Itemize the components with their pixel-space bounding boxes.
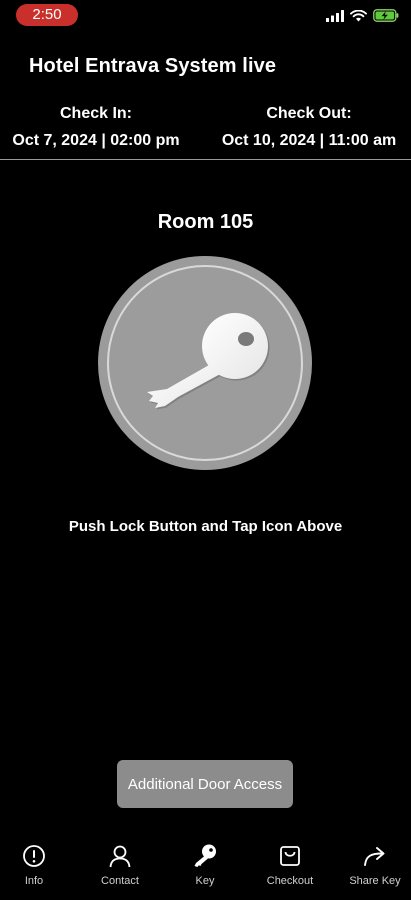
battery-charging-icon xyxy=(373,9,399,22)
check-out-label: Check Out: xyxy=(266,105,352,122)
wifi-icon xyxy=(350,9,367,22)
key-icon xyxy=(192,843,218,869)
tab-contact-label: Contact xyxy=(101,875,139,887)
hotel-title: Hotel Entrava System live xyxy=(29,55,277,77)
unlock-key-button[interactable] xyxy=(98,256,312,470)
check-in-value: Oct 7, 2024 | 02:00 pm xyxy=(12,132,180,149)
person-icon xyxy=(107,843,133,869)
tab-share-key-label: Share Key xyxy=(349,875,401,887)
instruction-text: Push Lock Button and Tap Icon Above xyxy=(68,518,343,535)
header-divider xyxy=(0,159,411,160)
bottom-tab-bar: Info Contact Key Checkout Share Key xyxy=(0,836,411,900)
status-bar: 2:50 xyxy=(0,0,411,32)
share-arrow-icon xyxy=(362,843,388,869)
tab-info-label: Info xyxy=(24,875,44,887)
status-time: 2:50 xyxy=(16,4,78,26)
tab-checkout-label: Checkout xyxy=(266,875,314,887)
additional-door-access-button[interactable]: Additional Door Access xyxy=(117,760,293,808)
check-out-value: Oct 10, 2024 | 11:00 am xyxy=(221,132,397,149)
checkout-bag-icon xyxy=(277,843,303,869)
info-icon xyxy=(21,843,47,869)
cellular-signal-icon xyxy=(326,9,344,22)
check-in-label: Check In: xyxy=(59,105,132,122)
tab-checkout[interactable]: Checkout xyxy=(249,836,331,896)
check-in-section: Check In: Oct 7, 2024 | 02:00 pm xyxy=(6,104,186,151)
tab-key-label: Key xyxy=(195,875,215,887)
tab-contact[interactable]: Contact xyxy=(79,836,161,896)
tab-key[interactable]: Key xyxy=(164,836,246,896)
check-out-section: Check Out: Oct 10, 2024 | 11:00 am xyxy=(214,104,404,151)
stay-dates: Check In: Oct 7, 2024 | 02:00 pm Check O… xyxy=(0,104,411,154)
tab-info[interactable]: Info xyxy=(0,836,75,896)
status-icons xyxy=(326,9,399,22)
room-title: Room 105 xyxy=(157,211,254,233)
tab-share-key[interactable]: Share Key xyxy=(334,836,411,896)
